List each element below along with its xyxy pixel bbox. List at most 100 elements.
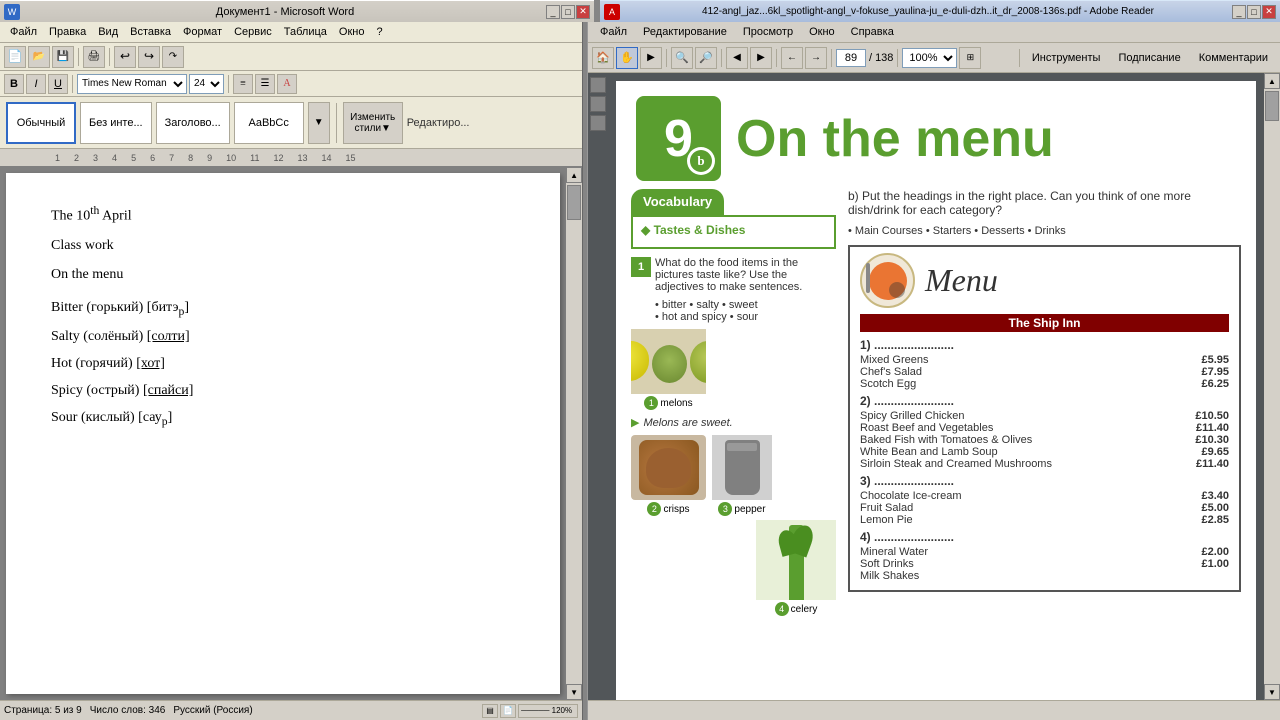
scroll-thumb[interactable]: [567, 185, 581, 220]
images-row1: 1melons: [631, 329, 836, 410]
task1-bullets: • bitter • salty • sweet • hot and spicy…: [655, 299, 836, 323]
word-menu-help[interactable]: ?: [370, 24, 388, 40]
style-change-btn[interactable]: ▼: [308, 102, 330, 144]
adobe-select-btn[interactable]: ▶: [640, 47, 662, 69]
adobe-home-btn[interactable]: 🏠: [592, 47, 614, 69]
style-no-int[interactable]: Без инте...: [80, 102, 152, 144]
style-heading[interactable]: Заголово...: [156, 102, 230, 144]
adobe-page-wrapper[interactable]: 9 b On the menu: [608, 73, 1264, 700]
pepper-label: 3pepper: [712, 502, 772, 516]
redo-btn[interactable]: ↪: [138, 46, 160, 68]
panel-btn-2[interactable]: [590, 96, 606, 112]
page-nav: / 138: [836, 49, 893, 67]
adobe-scrollbar[interactable]: ▲ ▼: [1264, 73, 1280, 700]
panel-btn-3[interactable]: [590, 115, 606, 131]
adobe-zoom-in-btn[interactable]: 🔎: [695, 47, 717, 69]
adobe-scroll-down[interactable]: ▼: [1264, 684, 1280, 700]
vocabulary-box: ◆ Tastes & Dishes: [631, 215, 836, 249]
italic-btn[interactable]: I: [26, 74, 46, 94]
adobe-scroll-up[interactable]: ▲: [1264, 73, 1280, 89]
menu-row-chef: Chef's Salad£7.95: [860, 366, 1229, 378]
word-menu-view[interactable]: Вид: [92, 24, 124, 40]
sign-btn[interactable]: Подписание: [1110, 50, 1188, 66]
word-menu-edit[interactable]: Правка: [43, 24, 92, 40]
bold-btn[interactable]: B: [4, 74, 24, 94]
word-toolbar-1: 📄 📂 💾 🖨 ↩ ↪ ↷: [0, 43, 582, 71]
tastes-dishes: ◆ Tastes & Dishes: [641, 223, 826, 237]
style-aabbcc[interactable]: AaBbCc: [234, 102, 304, 144]
adobe-zoom-fit-btn[interactable]: ⊞: [959, 47, 981, 69]
adobe-toolbar: 🏠 ✋ ▶ 🔍 🔎 ◀ ▶ ← → / 138 100%: [588, 43, 1280, 73]
undo-btn[interactable]: ↩: [114, 46, 136, 68]
adobe-back-btn[interactable]: ←: [781, 47, 803, 69]
doc-hot: Hot (горячий) [хот]: [51, 352, 525, 375]
word-restore-btn[interactable]: □: [561, 5, 575, 19]
word-title-text: Документ1 - Microsoft Word: [24, 6, 546, 18]
word-doc-area: The 10th April Class work On the menu Bi…: [0, 167, 582, 700]
style-edit-btn[interactable]: Изменитьстили▼: [343, 102, 403, 144]
word-menu-file[interactable]: Файл: [4, 24, 43, 40]
word-close-btn[interactable]: ✕: [576, 5, 590, 19]
adobe-close-btn[interactable]: ✕: [1262, 5, 1276, 19]
adobe-prev-btn[interactable]: ◀: [726, 47, 748, 69]
adobe-pdf-page: 9 b On the menu: [616, 81, 1256, 700]
font-size-select[interactable]: 24: [189, 74, 224, 94]
word-menu-tools[interactable]: Сервис: [228, 24, 278, 40]
panel-btn-1[interactable]: [590, 77, 606, 93]
adobe-menu-edit[interactable]: Редактирование: [635, 24, 735, 40]
scroll-up-btn[interactable]: ▲: [566, 167, 582, 183]
save-btn[interactable]: 💾: [52, 46, 74, 68]
adobe-hand-btn[interactable]: ✋: [616, 47, 638, 69]
adobe-window: Файл Редактирование Просмотр Окно Справк…: [588, 22, 1280, 720]
view-print-btn[interactable]: 📄: [500, 704, 516, 718]
word-menu-window[interactable]: Окно: [333, 24, 371, 40]
tools-btn[interactable]: Инструменты: [1024, 50, 1109, 66]
doc-date-line: The 10th April: [51, 201, 525, 228]
adobe-menu-window[interactable]: Окно: [801, 24, 843, 40]
print-btn[interactable]: 🖨: [83, 46, 105, 68]
adobe-menu-file[interactable]: Файл: [592, 24, 635, 40]
adobe-menu-help[interactable]: Справка: [843, 24, 902, 40]
doc-sour: Sour (кислый) [саур]: [51, 406, 525, 431]
word-scrollbar[interactable]: ▲ ▼: [566, 167, 582, 700]
zoom-slider[interactable]: ───── 120%: [518, 704, 578, 718]
scroll-down-btn[interactable]: ▼: [566, 684, 582, 700]
pdf-number-badge: 9 b: [636, 96, 721, 181]
adobe-title-text: 412-angl_jaz...6kl_spotlight-angl_v-foku…: [624, 6, 1232, 17]
font-select[interactable]: Times New Roman: [77, 74, 187, 94]
adobe-menu-view[interactable]: Просмотр: [735, 24, 801, 40]
menu-row-roast: Roast Beef and Vegetables£11.40: [860, 422, 1229, 434]
align-left-btn[interactable]: ≡: [233, 74, 253, 94]
adobe-restore-btn[interactable]: □: [1247, 5, 1261, 19]
adobe-fwd-btn[interactable]: →: [805, 47, 827, 69]
underline-btn[interactable]: U: [48, 74, 68, 94]
pdf-title: On the menu: [736, 113, 1054, 165]
word-title-bar: W Документ1 - Microsoft Word _ □ ✕: [0, 0, 594, 22]
word-menu-table[interactable]: Таблица: [278, 24, 333, 40]
new-doc-btn[interactable]: 📄: [4, 46, 26, 68]
adobe-zoom-out-btn[interactable]: 🔍: [671, 47, 693, 69]
word-status-bar: Страница: 5 из 9 Число слов: 346 Русский…: [0, 700, 582, 720]
view-normal-btn[interactable]: ▤: [482, 704, 498, 718]
word-page: The 10th April Class work On the menu Bi…: [6, 173, 560, 694]
adobe-scroll-thumb[interactable]: [1265, 91, 1279, 121]
adobe-next-btn[interactable]: ▶: [750, 47, 772, 69]
word-page-area[interactable]: The 10th April Class work On the menu Bi…: [0, 167, 566, 700]
crisps-label: 2crisps: [631, 502, 706, 516]
style-normal[interactable]: Обычный: [6, 102, 76, 144]
open-btn[interactable]: 📂: [28, 46, 50, 68]
doc-spicy: Spicy (острый) [спайси]: [51, 379, 525, 402]
zoom-select[interactable]: 100%: [902, 48, 957, 68]
menu-row-mixed: Mixed Greens£5.95: [860, 354, 1229, 366]
word-menu-insert[interactable]: Вставка: [124, 24, 177, 40]
word-toolbar-redo2[interactable]: ↷: [162, 46, 184, 68]
adobe-minimize-btn[interactable]: _: [1232, 5, 1246, 19]
page-input[interactable]: [836, 49, 866, 67]
word-minimize-btn[interactable]: _: [546, 5, 560, 19]
vocabulary-label: Vocabulary: [631, 189, 724, 215]
font-color-btn[interactable]: A: [277, 74, 297, 94]
align-center-btn[interactable]: ☰: [255, 74, 275, 94]
comments-btn[interactable]: Комментарии: [1191, 50, 1276, 66]
word-menu-format[interactable]: Формат: [177, 24, 228, 40]
status-words: Число слов: 346: [90, 705, 166, 716]
